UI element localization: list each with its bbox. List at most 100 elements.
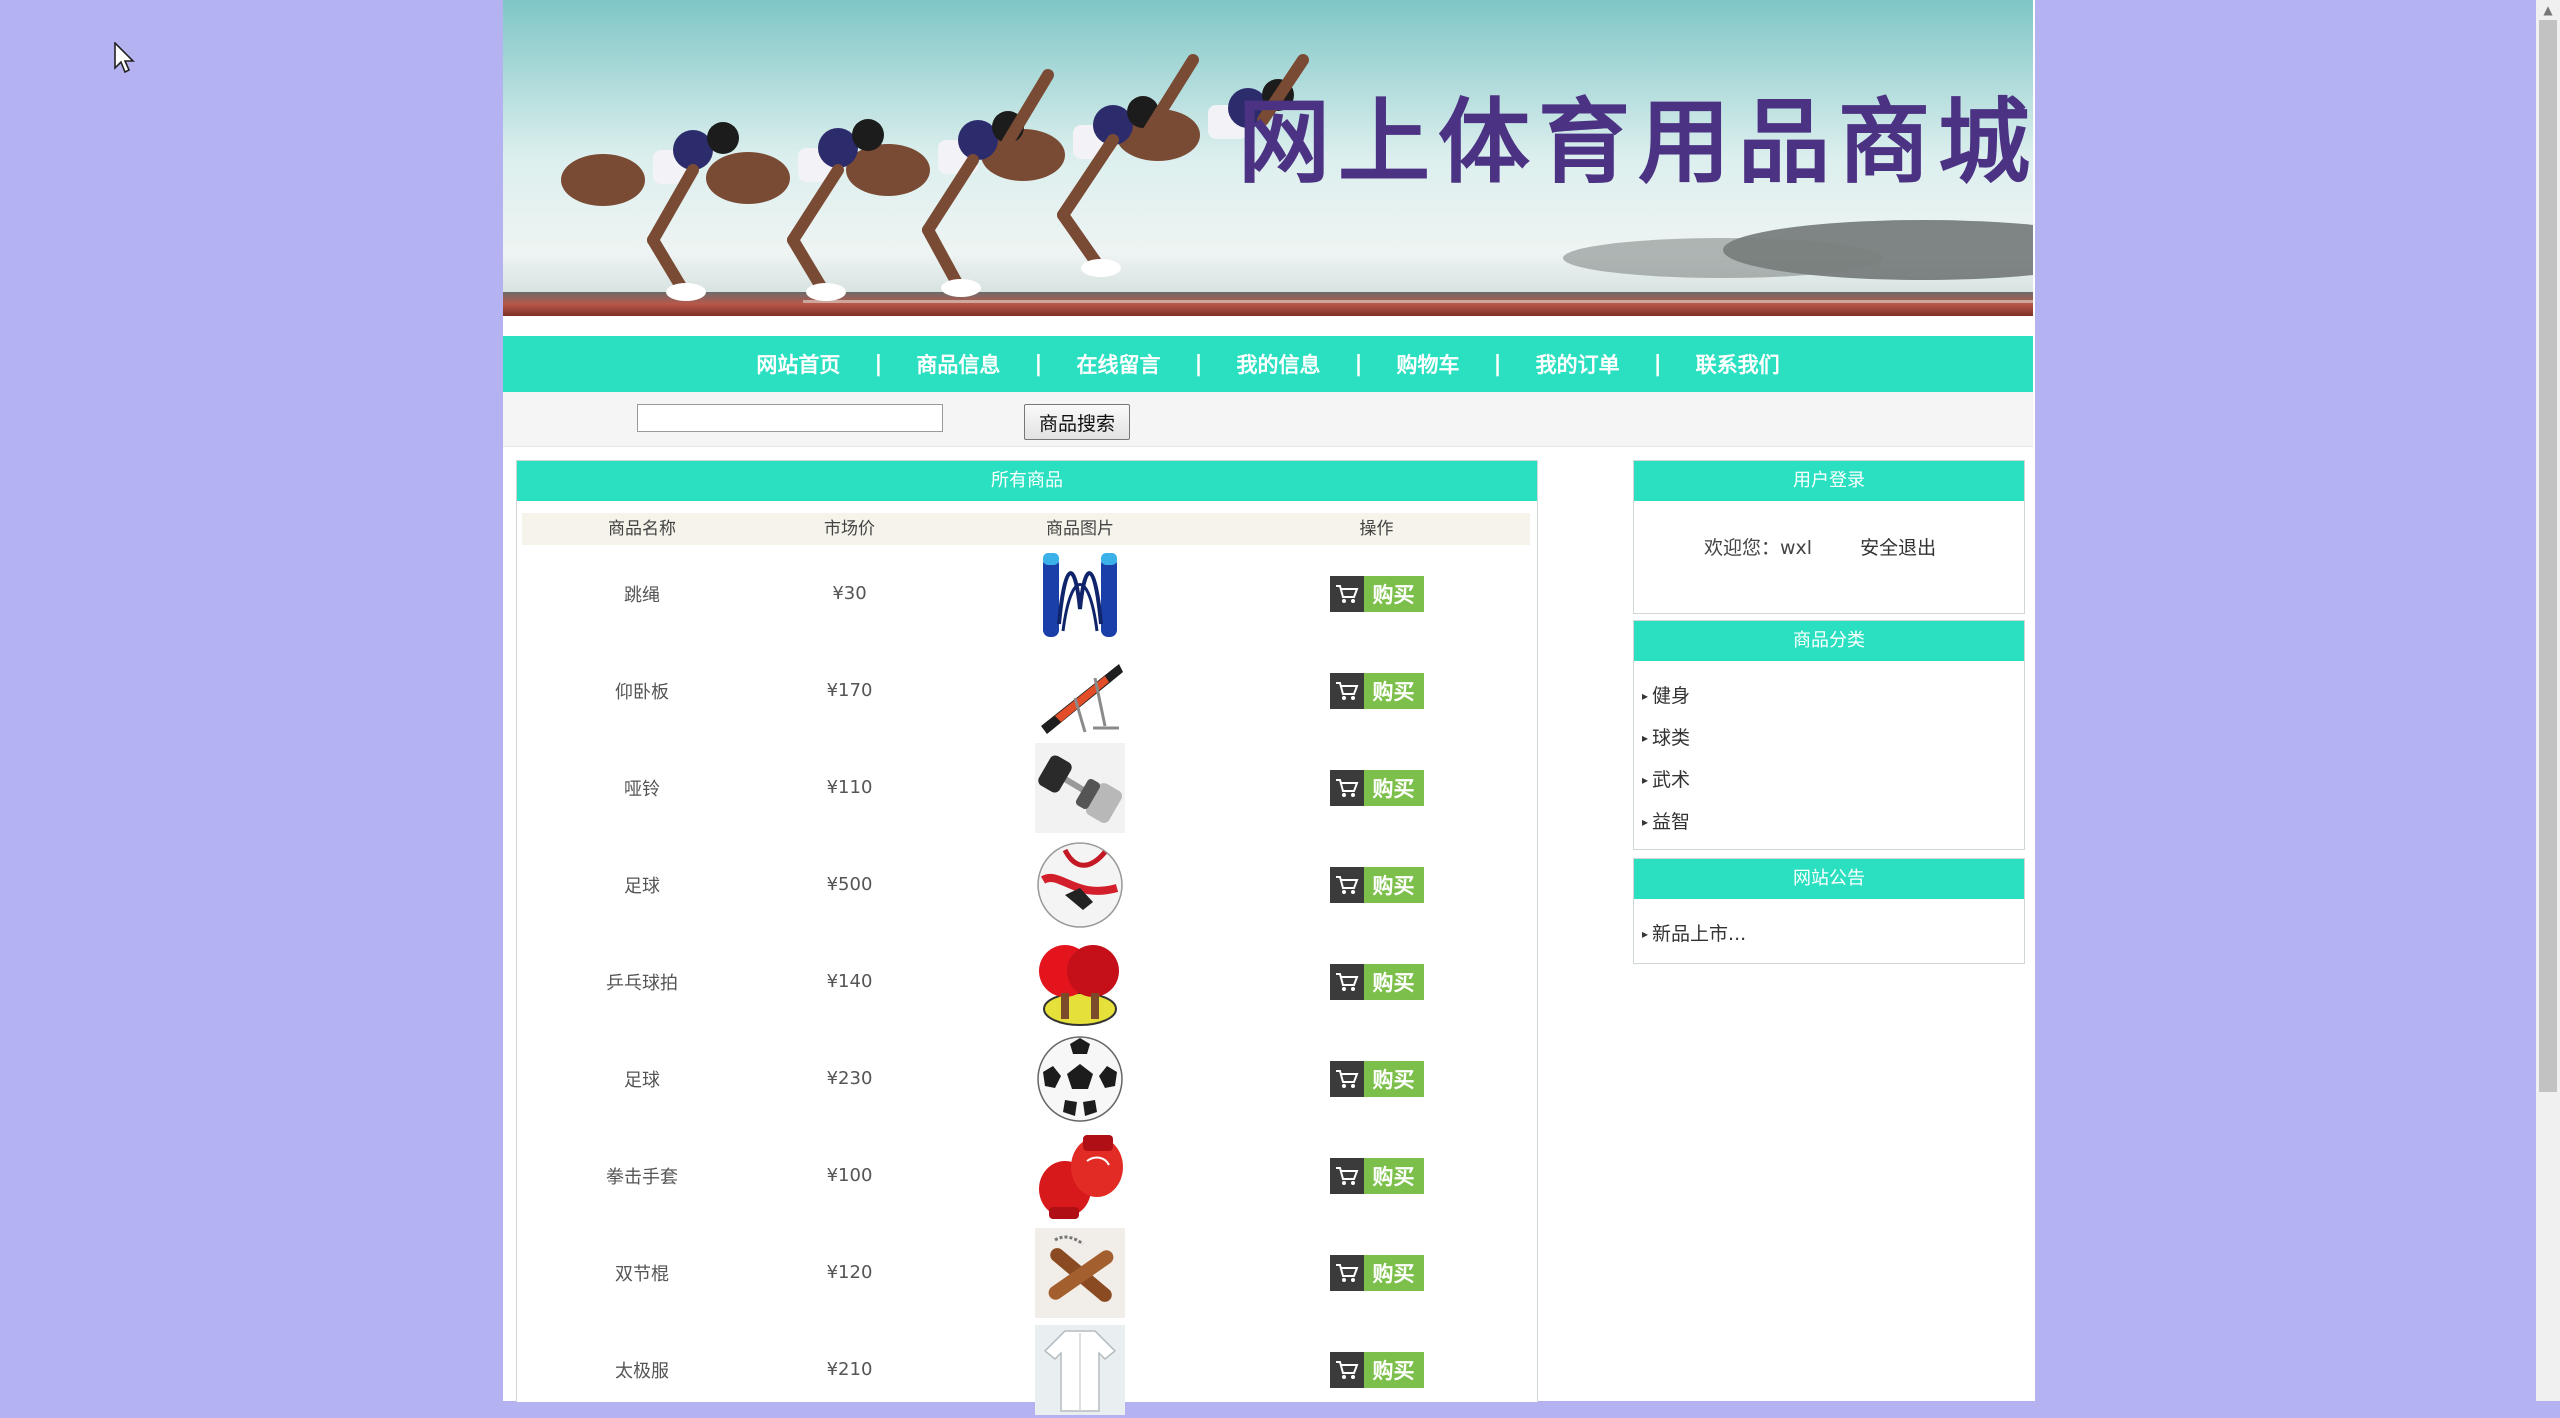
nunchaku-icon[interactable] [1035, 1227, 1125, 1318]
nav-item-products[interactable]: 商品信息 [882, 349, 1034, 379]
buy-button-label: 购买 [1363, 769, 1424, 806]
login-panel-title: 用户登录 [1634, 461, 2024, 501]
cart-icon [1329, 769, 1364, 806]
table-row: 双节棍 ¥120 购买 [522, 1224, 1530, 1321]
buy-button-label: 购买 [1363, 963, 1424, 1000]
search-bar: 商品搜索 [503, 392, 2033, 447]
column-header-price: 市场价 [824, 519, 875, 539]
cart-icon [1329, 575, 1364, 612]
products-panel: 所有商品 商品名称 市场价 商品图片 操作 跳绳 ¥30 购买 仰卧板 ¥170… [516, 460, 1538, 1415]
buy-button[interactable]: 购买 [1329, 672, 1424, 709]
column-header-name: 商品名称 [608, 519, 676, 539]
buy-button[interactable]: 购买 [1329, 1254, 1424, 1291]
soccer-ball-icon[interactable] [1035, 839, 1125, 930]
product-price: ¥230 [826, 1068, 873, 1089]
buy-button[interactable]: 购买 [1329, 575, 1424, 612]
nav-item-home[interactable]: 网站首页 [722, 349, 874, 379]
table-row: 太极服 ¥210 购买 [522, 1321, 1530, 1418]
product-name: 拳击手套 [606, 1166, 678, 1188]
product-price: ¥120 [826, 1262, 873, 1283]
buy-button[interactable]: 购买 [1329, 1351, 1424, 1388]
product-name: 太极服 [615, 1360, 669, 1382]
jump-rope-icon[interactable] [1035, 548, 1125, 639]
notice-item[interactable]: ▸ 新品上市... [1642, 913, 2024, 955]
category-panel: 商品分类 ▸ 健身 ▸ 球类 ▸ 武术 ▸ 益智 [1633, 620, 2025, 850]
buy-button[interactable]: 购买 [1329, 963, 1424, 1000]
table-row: 跳绳 ¥30 购买 [522, 545, 1530, 642]
buy-button-label: 购买 [1363, 575, 1424, 612]
cart-icon [1329, 1254, 1364, 1291]
product-price: ¥110 [826, 777, 873, 798]
column-header-action: 操作 [1359, 519, 1394, 539]
table-row: 拳击手套 ¥100 购买 [522, 1127, 1530, 1224]
mouse-cursor-icon [114, 42, 135, 74]
product-name: 足球 [624, 875, 660, 897]
logout-link[interactable]: 安全退出 [1860, 533, 1936, 560]
cart-icon [1329, 963, 1364, 1000]
soccer-ball-icon[interactable] [1035, 1033, 1125, 1124]
scroll-up-arrow-icon[interactable]: ▲ [2536, 0, 2560, 20]
column-header-image: 商品图片 [1046, 519, 1114, 539]
nav-separator: | [1493, 351, 1502, 377]
main-nav: 网站首页 | 商品信息 | 在线留言 | 我的信息 | 购物车 | 我的订单 |… [503, 336, 2033, 392]
page-container: 网上体育用品商城 网站首页 | 商品信息 | 在线留言 | 我的信息 | 购物车… [503, 0, 2035, 1415]
sit-up-bench-icon[interactable] [1035, 645, 1125, 736]
product-name: 乒乓球拍 [606, 972, 678, 994]
category-item-fitness[interactable]: ▸ 健身 [1642, 675, 2024, 717]
nav-separator: | [1034, 351, 1043, 377]
boxing-gloves-icon[interactable] [1035, 1130, 1125, 1221]
notice-label: 新品上市... [1652, 923, 1747, 945]
dumbbell-icon[interactable] [1035, 742, 1125, 833]
product-table: 商品名称 市场价 商品图片 操作 跳绳 ¥30 购买 仰卧板 ¥170 购买 哑… [522, 513, 1530, 1418]
product-name: 仰卧板 [615, 681, 669, 703]
search-input[interactable] [637, 404, 943, 432]
nav-separator: | [1653, 351, 1662, 377]
cart-icon [1329, 1157, 1364, 1194]
product-price: ¥30 [832, 583, 867, 604]
nav-separator: | [874, 351, 883, 377]
product-name: 跳绳 [624, 584, 660, 606]
category-item-martial-arts[interactable]: ▸ 武术 [1642, 759, 2024, 801]
nav-item-contact[interactable]: 联系我们 [1662, 349, 1814, 379]
tai-chi-uniform-icon[interactable] [1035, 1324, 1125, 1415]
product-name: 足球 [624, 1069, 660, 1091]
notice-panel: 网站公告 ▸ 新品上市... [1633, 858, 2025, 964]
buy-button-label: 购买 [1363, 672, 1424, 709]
buy-button-label: 购买 [1363, 1157, 1424, 1194]
table-row: 乒乓球拍 ¥140 购买 [522, 933, 1530, 1030]
buy-button[interactable]: 购买 [1329, 1060, 1424, 1097]
product-name: 双节棍 [615, 1263, 669, 1285]
search-button[interactable]: 商品搜索 [1024, 404, 1130, 440]
buy-button[interactable]: 购买 [1329, 769, 1424, 806]
nav-separator: | [1194, 351, 1203, 377]
category-label: 益智 [1652, 811, 1691, 833]
nav-item-orders[interactable]: 我的订单 [1502, 349, 1654, 379]
table-row: 哑铃 ¥110 购买 [522, 739, 1530, 836]
category-label: 武术 [1652, 769, 1691, 791]
nav-item-messages[interactable]: 在线留言 [1042, 349, 1194, 379]
nav-item-cart[interactable]: 购物车 [1363, 349, 1494, 379]
category-label: 球类 [1652, 727, 1691, 749]
table-row: 足球 ¥230 购买 [522, 1030, 1530, 1127]
category-item-balls[interactable]: ▸ 球类 [1642, 717, 2024, 759]
cart-icon [1329, 866, 1364, 903]
ping-pong-paddle-icon[interactable] [1035, 936, 1125, 1027]
buy-button-label: 购买 [1363, 866, 1424, 903]
login-panel: 用户登录 欢迎您：wxl 安全退出 [1633, 460, 2025, 614]
category-item-puzzle[interactable]: ▸ 益智 [1642, 801, 2024, 843]
category-label: 健身 [1652, 685, 1691, 707]
product-price: ¥100 [826, 1165, 873, 1186]
product-price: ¥210 [826, 1359, 873, 1380]
vertical-scrollbar[interactable]: ▲ [2536, 0, 2560, 1401]
table-header: 商品名称 市场价 商品图片 操作 [522, 513, 1530, 545]
buy-button[interactable]: 购买 [1329, 866, 1424, 903]
buy-button-label: 购买 [1363, 1351, 1424, 1388]
buy-button-label: 购买 [1363, 1254, 1424, 1291]
nav-separator: | [1354, 351, 1363, 377]
table-row: 足球 ¥500 购买 [522, 836, 1530, 933]
buy-button[interactable]: 购买 [1329, 1157, 1424, 1194]
category-panel-title: 商品分类 [1634, 621, 2024, 661]
nav-item-my-info[interactable]: 我的信息 [1203, 349, 1355, 379]
bullet-icon: ▸ [1642, 773, 1649, 787]
scrollbar-thumb[interactable] [2539, 20, 2557, 1092]
